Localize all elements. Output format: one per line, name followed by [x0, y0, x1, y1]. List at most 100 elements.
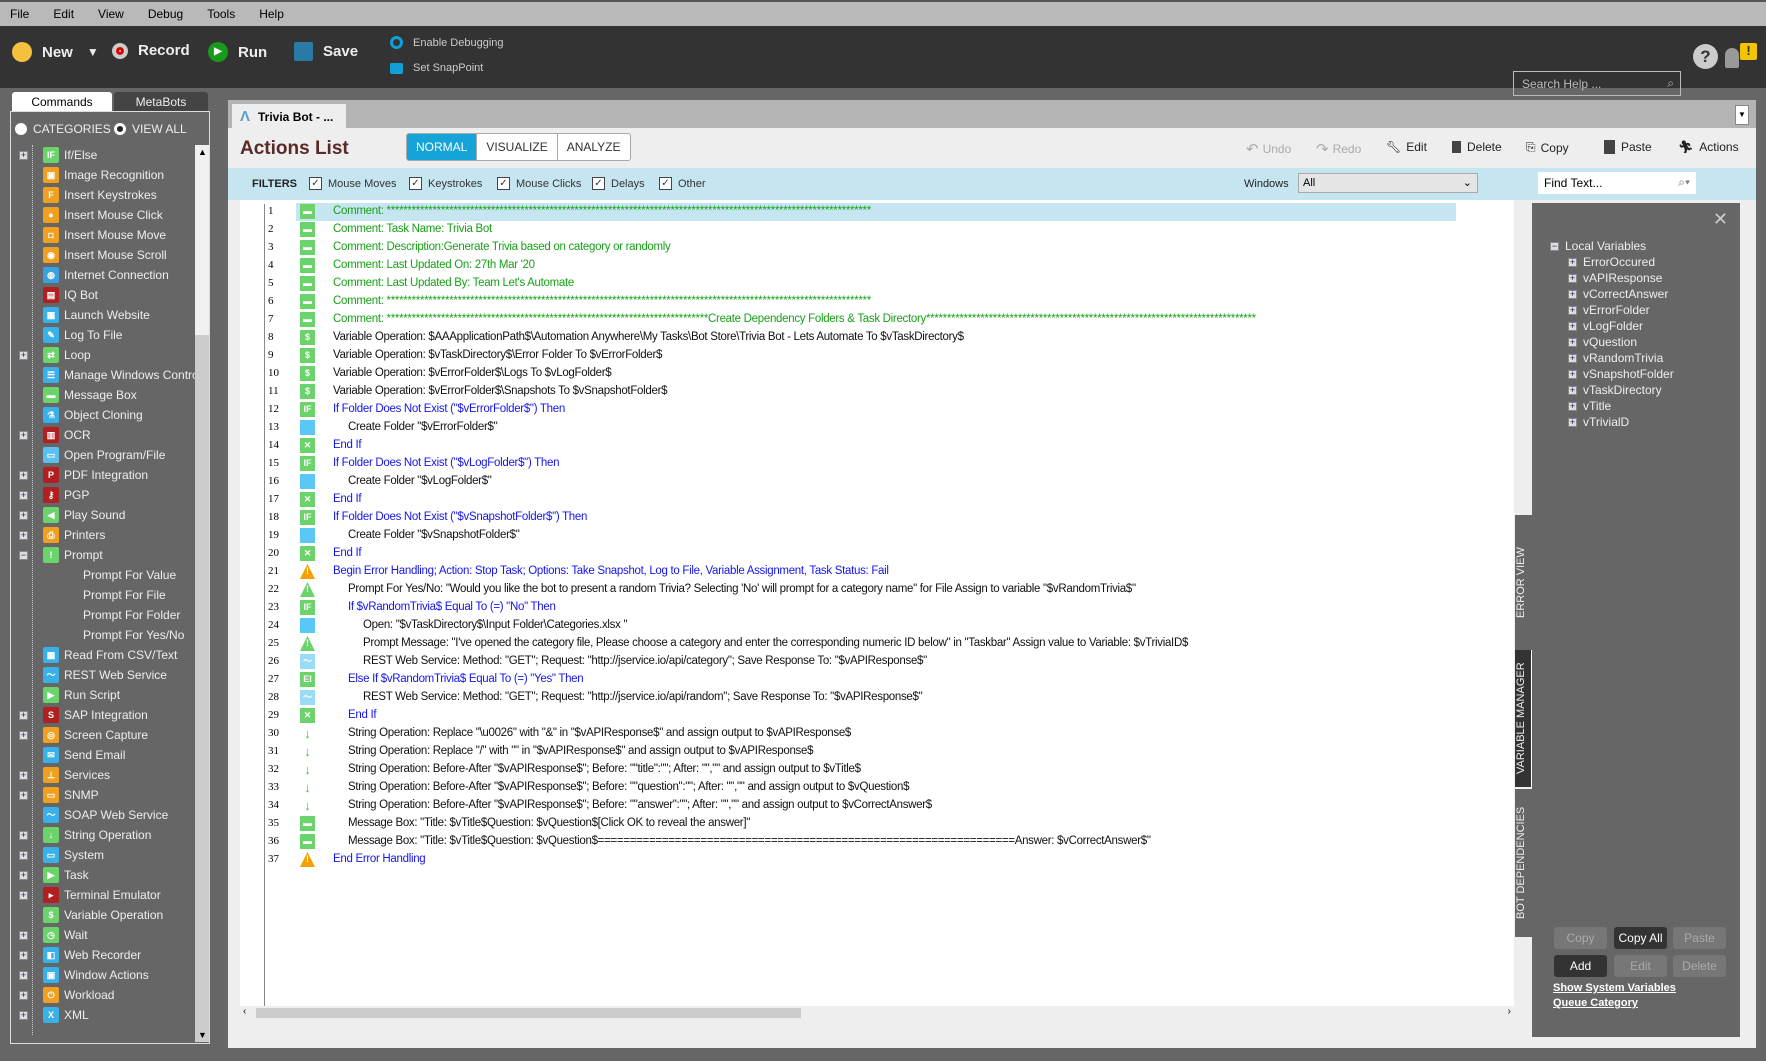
- action-row[interactable]: 27 EI Else If $vRandomTrivia$ Equal To (=)…: [240, 671, 1514, 689]
- action-row[interactable]: 1 ▬ Comment: *****************************…: [240, 203, 1514, 221]
- edit-variable-button[interactable]: Edit: [1614, 955, 1667, 977]
- expand-icon[interactable]: +: [19, 770, 28, 780]
- expand-icon[interactable]: +: [19, 1010, 28, 1020]
- expand-icon[interactable]: +: [19, 790, 28, 800]
- filter-keystrokes[interactable]: ✓ Keystrokes: [409, 177, 482, 190]
- tab-commands[interactable]: Commands: [12, 92, 112, 112]
- expand-icon[interactable]: +: [19, 850, 28, 860]
- command-item[interactable]: + ▥ OCR: [11, 425, 195, 445]
- command-item[interactable]: ▣ Image Recognition: [11, 165, 195, 185]
- action-row[interactable]: 16 Create Folder "$vLogFolder$": [240, 473, 1514, 491]
- action-row[interactable]: 4 ▬ Comment: Last Updated On: 27th Mar '20: [240, 257, 1514, 275]
- help-icon[interactable]: ?: [1693, 44, 1718, 69]
- expand-icon[interactable]: +: [19, 870, 28, 880]
- add-variable-button[interactable]: Add: [1554, 955, 1607, 977]
- expand-icon[interactable]: +: [1568, 369, 1577, 379]
- actions-button[interactable]: 🏃︎ Actions: [1678, 140, 1739, 154]
- expand-icon[interactable]: +: [19, 470, 28, 480]
- action-row[interactable]: 20 ✕ End If: [240, 545, 1514, 563]
- command-item[interactable]: ▶ Run Script: [11, 685, 195, 705]
- command-item[interactable]: + ▸ Terminal Emulator: [11, 885, 195, 905]
- command-item[interactable]: ◘ Insert Mouse Move: [11, 225, 195, 245]
- collapse-icon[interactable]: −: [19, 550, 28, 560]
- undo-button[interactable]: ↶ Undo: [1246, 140, 1291, 158]
- command-item[interactable]: ☰ Manage Windows Controls: [11, 365, 195, 385]
- command-item[interactable]: + ◀ Play Sound: [11, 505, 195, 525]
- action-row[interactable]: 13 Create Folder "$vErrorFolder$": [240, 419, 1514, 437]
- menu-help[interactable]: Help: [259, 7, 284, 21]
- delete-variable-button[interactable]: Delete: [1673, 955, 1726, 977]
- run-button[interactable]: ▶ Run: [208, 42, 267, 62]
- expand-icon[interactable]: +: [1568, 257, 1577, 267]
- expand-icon[interactable]: +: [19, 830, 28, 840]
- copy-variable-button[interactable]: Copy: [1554, 927, 1607, 949]
- scroll-right-icon[interactable]: ›: [1508, 1006, 1511, 1017]
- action-row[interactable]: 21! Begin Error Handling; Action: Stop Ta…: [240, 563, 1514, 581]
- command-item[interactable]: 〜 SOAP Web Service: [11, 805, 195, 825]
- tab-list-dropdown[interactable]: ▼: [1735, 105, 1749, 125]
- command-item[interactable]: + ↓ String Operation: [11, 825, 195, 845]
- record-button[interactable]: Record: [112, 42, 190, 59]
- find-text-input[interactable]: Find Text... ⌕▾: [1538, 172, 1696, 194]
- view-visualize[interactable]: VISUALIZE: [477, 134, 558, 160]
- paste-variable-button[interactable]: Paste: [1673, 927, 1726, 949]
- command-item[interactable]: + ◧ Web Recorder: [11, 945, 195, 965]
- variable-item[interactable]: + vQuestion: [1568, 334, 1674, 350]
- command-item[interactable]: ▬ Message Box: [11, 385, 195, 405]
- command-item[interactable]: + ▭ SNMP: [11, 785, 195, 805]
- categories-radio[interactable]: CATEGORIES: [15, 122, 111, 136]
- expand-icon[interactable]: +: [1568, 321, 1577, 331]
- expand-icon[interactable]: +: [19, 890, 28, 900]
- action-row[interactable]: 7 ▬ Comment: *****************************…: [240, 311, 1514, 329]
- menu-view[interactable]: View: [98, 7, 124, 21]
- collapse-icon[interactable]: −: [1550, 241, 1559, 251]
- expand-icon[interactable]: +: [1568, 273, 1577, 283]
- action-row[interactable]: 17 ✕ End If: [240, 491, 1514, 509]
- action-row[interactable]: 18 IF If Folder Does Not Exist ("$vSnapsho…: [240, 509, 1514, 527]
- action-row[interactable]: 9 $ Variable Operation: $vTaskDirectory$\E…: [240, 347, 1514, 365]
- command-item[interactable]: ▤ IQ Bot: [11, 285, 195, 305]
- command-item[interactable]: + P PDF Integration: [11, 465, 195, 485]
- variable-item[interactable]: + vLogFolder: [1568, 318, 1674, 334]
- action-row[interactable]: 33 ↓ String Operation: Before-After "$vAPI…: [240, 779, 1514, 797]
- tab-bot-dependencies[interactable]: BOT DEPENDENCIES: [1515, 789, 1532, 937]
- action-row[interactable]: 15 IF If Folder Does Not Exist ("$vLogFold…: [240, 455, 1514, 473]
- delete-button[interactable]: Delete: [1452, 140, 1502, 154]
- command-item[interactable]: ▭ Open Program/File: [11, 445, 195, 465]
- command-item[interactable]: + IF If/Else: [11, 145, 195, 165]
- action-row[interactable]: 10 $ Variable Operation: $vErrorFolder$\Lo…: [240, 365, 1514, 383]
- variable-item[interactable]: + ErrorOccured: [1568, 254, 1674, 270]
- action-row[interactable]: 30 ↓ String Operation: Replace "\u0026" wi…: [240, 725, 1514, 743]
- variable-item[interactable]: + vTitle: [1568, 398, 1674, 414]
- expand-icon[interactable]: +: [19, 950, 28, 960]
- action-row[interactable]: 31 ↓ String Operation: Replace "/" with ""…: [240, 743, 1514, 761]
- queue-category-link[interactable]: Queue Category: [1553, 997, 1638, 1009]
- command-item[interactable]: + X XML: [11, 1005, 195, 1025]
- save-button[interactable]: Save: [294, 42, 358, 61]
- tab-error-view[interactable]: ERROR VIEW: [1515, 515, 1532, 650]
- expand-icon[interactable]: +: [1568, 417, 1577, 427]
- new-button[interactable]: New ▼: [12, 42, 99, 62]
- variable-item[interactable]: + vAPIResponse: [1568, 270, 1674, 286]
- command-item[interactable]: ✉ Send Email: [11, 745, 195, 765]
- filter-other[interactable]: ✓ Other: [659, 177, 706, 190]
- command-item[interactable]: ▦ Read From CSV/Text: [11, 645, 195, 665]
- action-row[interactable]: 25! Prompt Message: "I've opened the cate…: [240, 635, 1514, 653]
- action-row[interactable]: 28 〜 REST Web Service: Method: "GET"; Requ…: [240, 689, 1514, 707]
- command-item[interactable]: −! Prompt: [11, 545, 195, 565]
- close-icon[interactable]: ✕: [1713, 209, 1728, 230]
- tab-variable-manager[interactable]: VARIABLE MANAGER: [1515, 650, 1532, 787]
- set-snappoint-button[interactable]: Set SnapPoint: [390, 62, 483, 74]
- command-item[interactable]: + ▭ System: [11, 845, 195, 865]
- edit-button[interactable]: 🔧︎ Edit: [1386, 140, 1427, 154]
- action-row[interactable]: 2 ▬ Comment: Task Name: Trivia Bot: [240, 221, 1514, 239]
- notification-icon[interactable]: !: [1740, 43, 1757, 60]
- expand-icon[interactable]: +: [19, 150, 28, 160]
- variable-item[interactable]: + vTaskDirectory: [1568, 382, 1674, 398]
- scroll-up-icon[interactable]: ▲: [198, 147, 207, 157]
- action-row[interactable]: 12 IF If Folder Does Not Exist ("$vErrorFo…: [240, 401, 1514, 419]
- command-item[interactable]: Prompt For File: [11, 585, 195, 605]
- expand-icon[interactable]: +: [19, 430, 28, 440]
- command-item[interactable]: Prompt For Yes/No: [11, 625, 195, 645]
- expand-icon[interactable]: +: [19, 710, 28, 720]
